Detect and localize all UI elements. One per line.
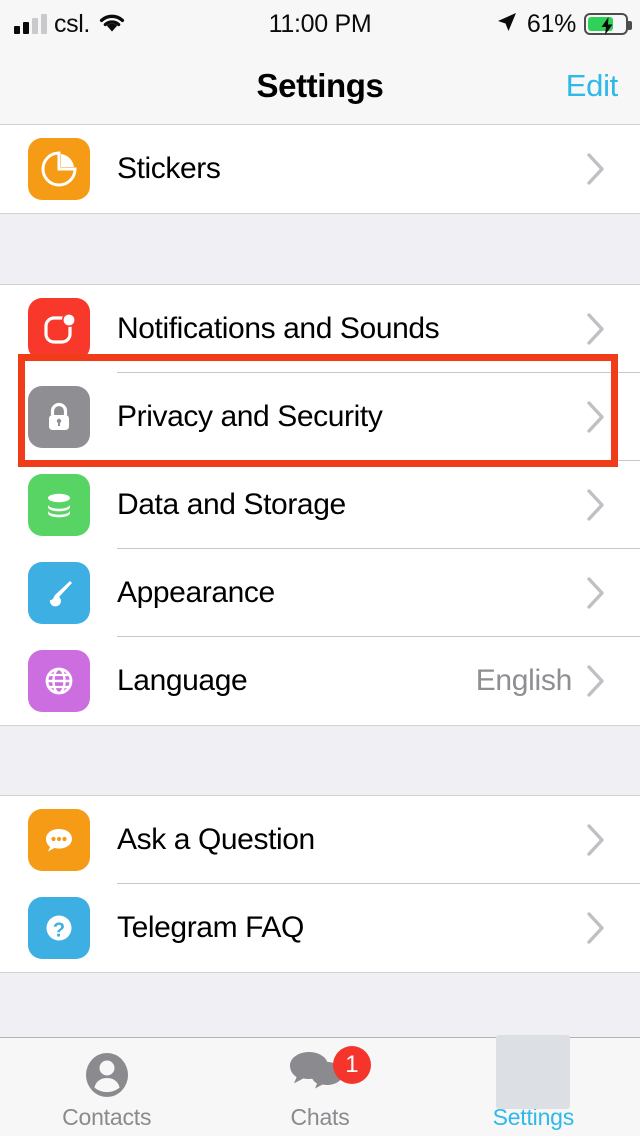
settings-section-3: Ask a Question ? Telegram FAQ bbox=[0, 796, 640, 972]
settings-row-label: Ask a Question bbox=[117, 823, 315, 856]
section-gap-3 bbox=[0, 972, 640, 1043]
settings-row-language[interactable]: Language English bbox=[0, 637, 640, 725]
question-mark-icon: ? bbox=[28, 897, 90, 959]
settings-row-notifications-and-sounds[interactable]: Notifications and Sounds bbox=[0, 285, 640, 373]
settings-row-label: Language bbox=[117, 664, 248, 697]
settings-row-appearance[interactable]: Appearance bbox=[0, 549, 640, 637]
page-title: Settings bbox=[256, 67, 384, 104]
settings-row-label: Notifications and Sounds bbox=[117, 312, 440, 345]
tab-chats[interactable]: 1 Chats bbox=[213, 1038, 426, 1136]
edit-button[interactable]: Edit bbox=[566, 68, 619, 104]
tab-contacts[interactable]: Contacts bbox=[0, 1038, 213, 1136]
settings-section-2: Notifications and Sounds Privacy and Sec… bbox=[0, 285, 640, 725]
globe-icon bbox=[28, 650, 90, 712]
settings-row-stickers[interactable]: Stickers bbox=[0, 125, 640, 213]
svg-text:?: ? bbox=[53, 920, 65, 942]
notification-bell-icon bbox=[28, 298, 90, 360]
chevron-right-icon bbox=[586, 312, 616, 346]
chevron-right-icon bbox=[586, 488, 616, 522]
tab-label: Chats bbox=[290, 1104, 350, 1130]
clock-label: 11:00 PM bbox=[268, 9, 372, 38]
gear-icon bbox=[496, 1035, 571, 1109]
sticker-icon bbox=[28, 138, 90, 200]
tab-label: Contacts bbox=[62, 1104, 152, 1130]
paintbrush-icon bbox=[28, 562, 90, 624]
chat-bubble-icon bbox=[28, 809, 90, 871]
database-icon bbox=[28, 474, 90, 536]
settings-row-ask-a-question[interactable]: Ask a Question bbox=[0, 796, 640, 884]
status-bar-right: 61% bbox=[495, 0, 632, 48]
chevron-right-icon bbox=[586, 823, 616, 857]
settings-row-telegram-faq[interactable]: ? Telegram FAQ bbox=[0, 884, 640, 972]
tab-settings[interactable]: Settings bbox=[427, 1035, 640, 1136]
chevron-right-icon bbox=[586, 576, 616, 610]
status-bar: csl. 11:00 PM 61% bbox=[0, 0, 640, 48]
settings-row-data-and-storage[interactable]: Data and Storage bbox=[0, 461, 640, 549]
chevron-right-icon bbox=[586, 911, 616, 945]
section-gap-1 bbox=[0, 213, 640, 285]
settings-row-label: Appearance bbox=[117, 576, 275, 609]
section-gap-2 bbox=[0, 725, 640, 796]
lock-icon bbox=[28, 386, 90, 448]
settings-row-label: Stickers bbox=[117, 152, 221, 185]
battery-percent-label: 61% bbox=[526, 9, 576, 38]
settings-list: Stickers Notifications and Sounds Privac… bbox=[0, 125, 640, 1043]
navigation-bar: Settings Edit bbox=[0, 48, 640, 125]
chats-bubbles-icon: 1 bbox=[287, 1046, 371, 1102]
settings-row-label: Data and Storage bbox=[117, 488, 346, 521]
battery-icon bbox=[584, 13, 632, 35]
settings-row-privacy-and-security[interactable]: Privacy and Security bbox=[0, 373, 640, 461]
settings-row-label: Privacy and Security bbox=[117, 400, 383, 433]
person-icon bbox=[78, 1048, 136, 1102]
settings-row-detail-value: English bbox=[475, 664, 573, 697]
chevron-right-icon bbox=[586, 152, 616, 186]
settings-section-1: Stickers bbox=[0, 125, 640, 213]
settings-row-label: Telegram FAQ bbox=[117, 911, 304, 944]
tab-bar: Contacts 1 Chats Settings bbox=[0, 1035, 640, 1136]
chevron-right-icon bbox=[586, 400, 616, 434]
chevron-right-icon bbox=[586, 664, 616, 698]
chats-unread-badge: 1 bbox=[332, 1046, 371, 1084]
location-arrow-icon bbox=[495, 10, 519, 39]
